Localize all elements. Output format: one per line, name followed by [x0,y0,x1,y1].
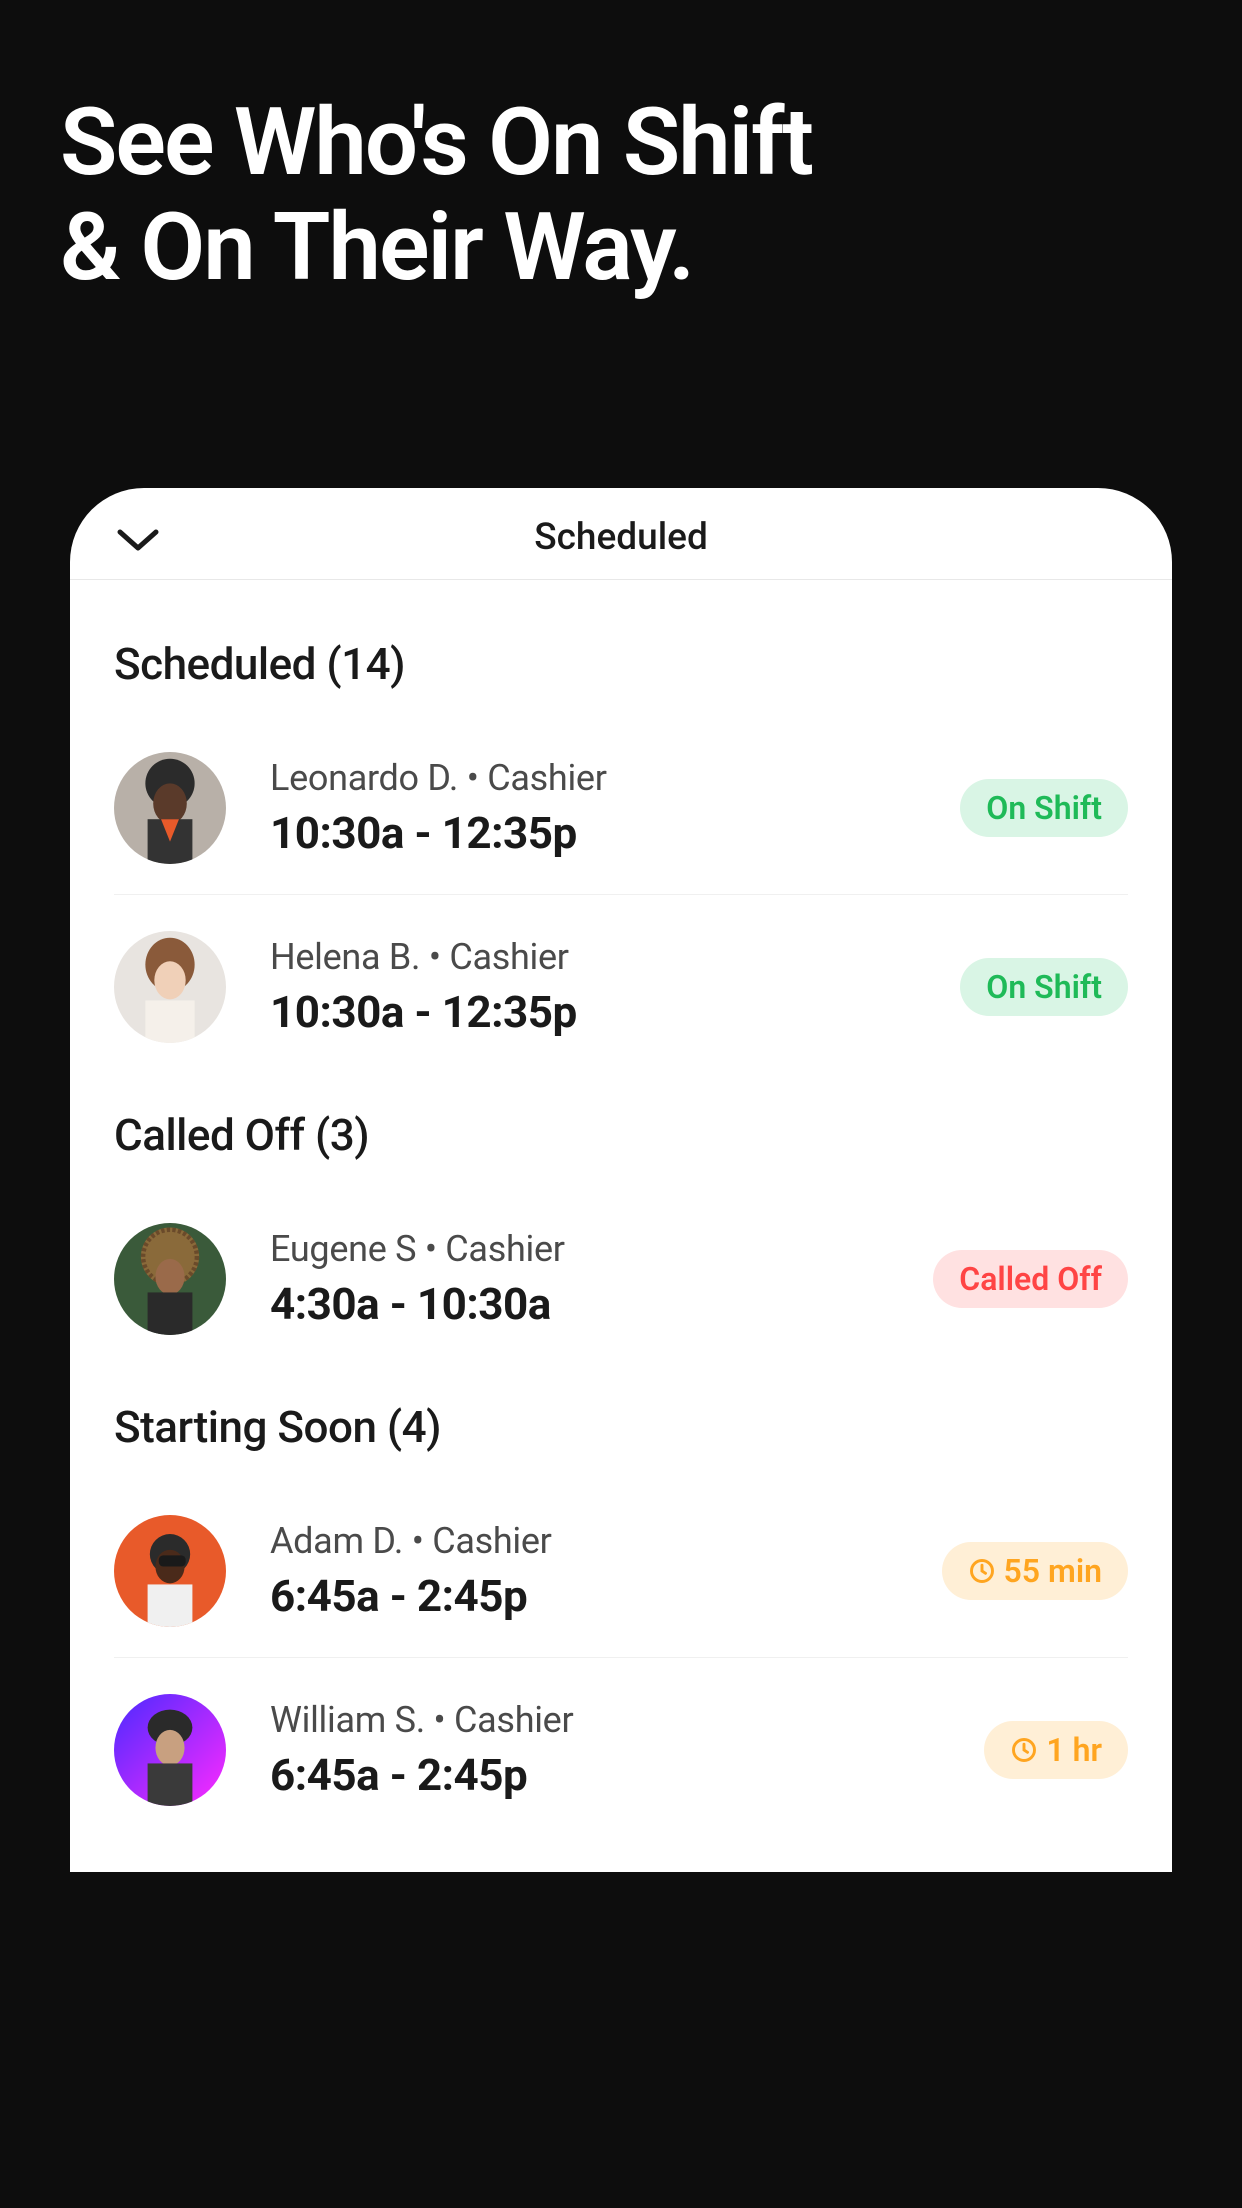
phone-frame: Scheduled Scheduled (14) Leonardo D. • C… [70,488,1172,1872]
avatar [114,1694,226,1806]
section-title-scheduled: Scheduled (14) [114,638,1128,690]
section-title-startingsoon: Starting Soon (4) [114,1401,1128,1453]
hero-line-1: See Who's On Shift [60,90,1182,195]
chevron-down-icon[interactable] [116,526,160,558]
shift-info: Helena B. • Cashier 10:30a - 12:35p [270,936,960,1038]
section-calledoff: Called Off (3) Eugene S • Cashier 4:30a … [114,1109,1128,1365]
shift-time: 10:30a - 12:35p [270,807,960,859]
avatar [114,1515,226,1627]
shift-time: 6:45a - 2:45p [270,1749,984,1801]
header-title: Scheduled [534,516,708,559]
shift-name: Eugene S • Cashier [270,1228,933,1270]
shift-time: 6:45a - 2:45p [270,1570,942,1622]
badge-label: On Shift [986,789,1102,827]
shift-time: 10:30a - 12:35p [270,986,960,1038]
shift-row[interactable]: William S. • Cashier 6:45a - 2:45p 1 hr [114,1676,1128,1836]
badge-label: Called Off [959,1260,1102,1298]
content-area: Scheduled (14) Leonardo D. • Cashier 10:… [70,580,1172,1836]
shift-row[interactable]: Adam D. • Cashier 6:45a - 2:45p 55 min [114,1497,1128,1658]
time-badge: 55 min [942,1542,1129,1600]
shift-name: Adam D. • Cashier [270,1520,942,1562]
shift-row[interactable]: Helena B. • Cashier 10:30a - 12:35p On S… [114,913,1128,1073]
hero-line-2: & On Their Way. [60,195,1182,300]
avatar [114,1223,226,1335]
screen-header: Scheduled [70,488,1172,580]
hero-headline: See Who's On Shift & On Their Way. [0,0,1242,301]
shift-name: Helena B. • Cashier [270,936,960,978]
shift-info: William S. • Cashier 6:45a - 2:45p [270,1699,984,1801]
clock-icon [1010,1736,1038,1764]
section-scheduled: Scheduled (14) Leonardo D. • Cashier 10:… [114,638,1128,1073]
badge-label: On Shift [986,968,1102,1006]
status-badge-onshift: On Shift [960,779,1128,837]
clock-icon [968,1557,996,1585]
shift-time: 4:30a - 10:30a [270,1278,933,1330]
section-startingsoon: Starting Soon (4) Adam D. • Cashier 6:45… [114,1401,1128,1836]
shift-info: Leonardo D. • Cashier 10:30a - 12:35p [270,757,960,859]
badge-label: 1 hr [1046,1731,1102,1769]
shift-row[interactable]: Eugene S • Cashier 4:30a - 10:30a Called… [114,1205,1128,1365]
badge-label: 55 min [1004,1552,1103,1590]
status-badge-calledoff: Called Off [933,1250,1128,1308]
avatar [114,752,226,864]
time-badge: 1 hr [984,1721,1128,1779]
section-title-calledoff: Called Off (3) [114,1109,1128,1161]
avatar [114,931,226,1043]
shift-row[interactable]: Leonardo D. • Cashier 10:30a - 12:35p On… [114,734,1128,895]
shift-name: William S. • Cashier [270,1699,984,1741]
shift-name: Leonardo D. • Cashier [270,757,960,799]
shift-info: Adam D. • Cashier 6:45a - 2:45p [270,1520,942,1622]
shift-info: Eugene S • Cashier 4:30a - 10:30a [270,1228,933,1330]
status-badge-onshift: On Shift [960,958,1128,1016]
